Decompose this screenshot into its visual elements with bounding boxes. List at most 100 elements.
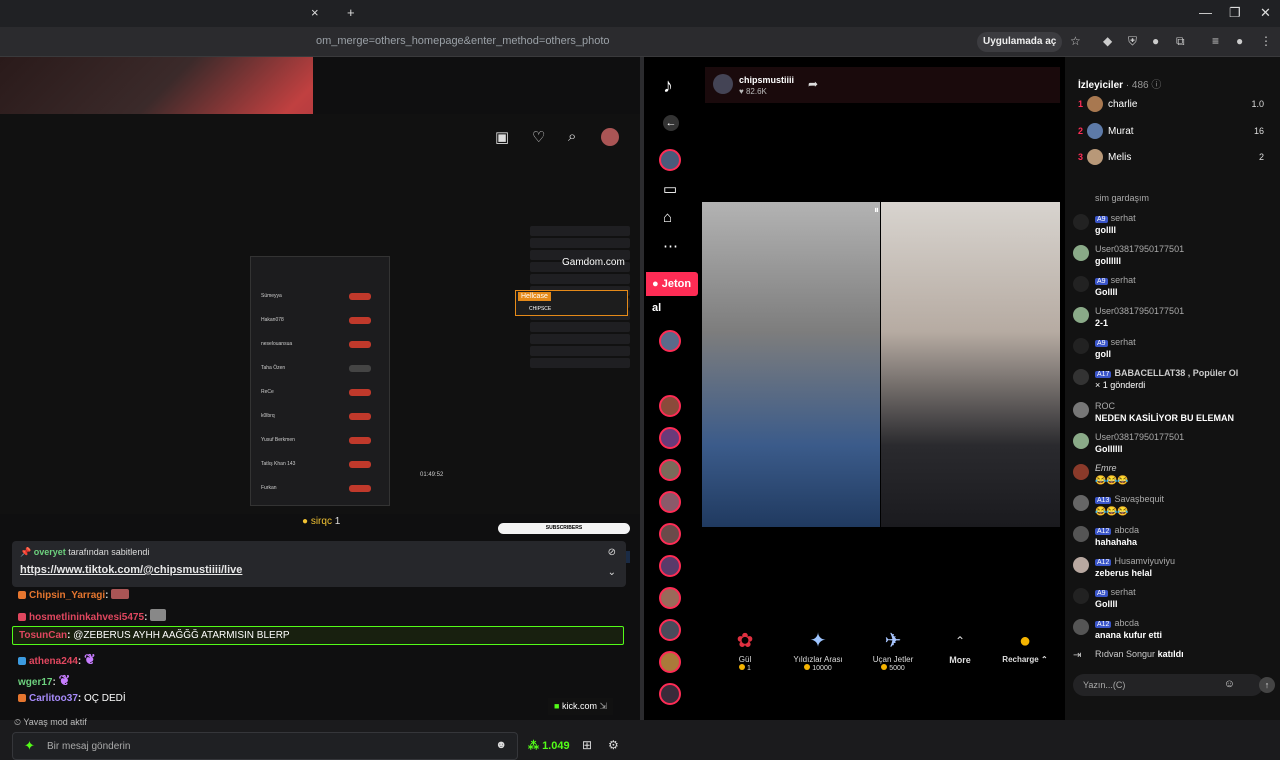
chat-line: Carlitoo37: OÇ DEDİ — [18, 693, 126, 704]
live-avatar[interactable] — [659, 491, 681, 513]
new-tab-button[interactable]: + — [347, 5, 355, 20]
streamer-name[interactable]: chipsmustiiii — [739, 75, 794, 85]
shield-icon[interactable]: ⛨ — [1128, 34, 1137, 49]
viewer-count: ● sirqc 1 — [302, 516, 341, 527]
unpin-icon[interactable]: ⊘ — [608, 547, 616, 558]
pinned-message: 📌 overyet tarafından sabitlendi https://… — [12, 541, 626, 587]
inner-timer: 01:49:52 — [420, 472, 444, 478]
live-avatar[interactable] — [659, 651, 681, 673]
top-viewer-name[interactable]: charlie — [1108, 99, 1137, 110]
gamdom-label: Gamdom.com — [562, 257, 625, 268]
chat-line: wger17: ❦ — [18, 672, 71, 688]
media-icon[interactable]: ≡ — [1212, 34, 1219, 48]
pause-icon[interactable]: ⏸ — [874, 205, 879, 216]
inner-invite-window: Sümeyya Hakan078 neselouansua Taha Özen … — [250, 256, 390, 506]
settings-gear-icon[interactable]: ⚙ — [608, 738, 619, 752]
emoji-icon[interactable]: ☺ — [1224, 678, 1235, 690]
recharge-button[interactable]: ● Recharge ⌃ — [995, 627, 1055, 685]
gift-bar: ✿ Gül 1 ✦ Yıldızlar Arası 10000 ✈ Uçan J… — [705, 627, 1060, 685]
browser-tab-bar: × + — ❐ ✕ — [0, 0, 1280, 27]
gift-jets[interactable]: ✈ Uçan Jetler 5000 — [863, 627, 923, 685]
avatar[interactable] — [1087, 149, 1103, 165]
highlighted-message: TosunCan: @ZEBERUS AYHH AAĞĞĞ ATARMISIN … — [12, 626, 624, 645]
profile-icon[interactable]: ● — [1236, 34, 1243, 48]
likes-count: ♥ 82.6K — [739, 87, 767, 96]
viewers-header: İzleyiciler · 486 ⓘ — [1078, 80, 1162, 91]
more-gifts-button[interactable]: ⌃ More — [930, 627, 990, 685]
chevron-up-icon: ⌃ — [954, 634, 966, 648]
gift-icon[interactable]: ⊞ — [582, 738, 592, 752]
search-icon[interactable]: ⌕ — [568, 128, 576, 145]
pinned-link[interactable]: https://www.tiktok.com/@chipsmustiiii/li… — [20, 564, 242, 576]
maximize-button[interactable]: ❐ — [1229, 5, 1241, 21]
back-icon[interactable]: ← — [663, 115, 679, 131]
send-icon[interactable]: ↑ — [1259, 677, 1275, 693]
tab-close-icon[interactable]: × — [311, 5, 319, 20]
video-right-guest[interactable] — [881, 202, 1060, 527]
live-avatar[interactable] — [659, 459, 681, 481]
chat-line: Chipsin_Yarragi: — [18, 589, 132, 601]
tiktok-panel: ♪ ← ▭ ⌂ ⋯ ● Jeton al chipsmustiiii ♥ 82.… — [644, 57, 1280, 720]
gift-spaceship[interactable]: ✦ Yıldızlar Arası 10000 — [788, 627, 848, 685]
hellcase-banner: Hellcase CHIPSCE — [515, 290, 628, 316]
avatar[interactable] — [659, 149, 681, 171]
top-viewer-name[interactable]: Murat — [1108, 126, 1134, 137]
bookmark-star-icon[interactable]: ☆ — [1070, 34, 1081, 48]
tiktok-live-main: chipsmustiiii ♥ 82.6K ➦ ⏸ ✿ Gül 1 ✦ Yıld… — [699, 57, 1065, 720]
buy-coins-button[interactable]: ● Jeton al — [646, 272, 698, 314]
extension-purple-icon[interactable]: ● — [1152, 34, 1159, 48]
live-avatar[interactable] — [659, 330, 681, 352]
slow-mode-notice: ⏲ Yavaş mod aktif — [14, 717, 87, 727]
live-avatar[interactable] — [659, 683, 681, 705]
channel-points[interactable]: ⁂ 1.049 — [528, 739, 570, 752]
avatar[interactable] — [601, 128, 619, 146]
chat-line: athena244: ❦ — [18, 651, 96, 668]
chevron-down-icon[interactable]: ⌄ — [608, 567, 616, 578]
live-avatar[interactable] — [659, 427, 681, 449]
top-viewer-name[interactable]: Melis — [1108, 152, 1131, 163]
gift-rose[interactable]: ✿ Gül 1 — [715, 627, 775, 685]
coin-icon: ● — [1018, 630, 1032, 652]
video-icon[interactable]: ▭ — [663, 180, 677, 198]
open-in-app-button[interactable]: Uygulamada aç — [977, 32, 1063, 52]
kick-panel: ▣ ♡ ⌕ Sümeyya Hakan078 neselouansua Taha… — [0, 57, 640, 760]
more-dots-icon[interactable]: ⋯ — [663, 237, 678, 255]
heart-icon[interactable]: ♡ — [532, 128, 545, 146]
kick-domain-label: ■ kick.com ⇲ — [548, 698, 614, 715]
streamer-header: chipsmustiiii ♥ 82.6K ➦ — [705, 67, 1060, 103]
share-icon[interactable]: ➦ — [808, 77, 818, 91]
pinned-by: 📌 overyet tarafından sabitlendi — [20, 547, 150, 557]
live-avatar[interactable] — [659, 523, 681, 545]
stream-video[interactable]: ▣ ♡ ⌕ Sümeyya Hakan078 neselouansua Taha… — [0, 114, 640, 563]
chat-line: hosmetlininkahvesi5475: — [18, 609, 169, 623]
jets-icon: ✈ — [884, 630, 902, 652]
tiktok-sidebar: ♪ ← ▭ ⌂ ⋯ ● Jeton al — [644, 57, 699, 720]
emoji-icon[interactable]: ☻ — [495, 739, 507, 751]
message-input[interactable]: ✦ Bir mesaj gönderin ☻ — [12, 732, 518, 760]
spaceship-icon: ✦ — [809, 630, 827, 652]
puzzle-icon[interactable]: ⧉ — [1176, 34, 1185, 49]
explore-icon[interactable]: ⌂ — [663, 209, 672, 226]
video-left-guest[interactable] — [702, 202, 880, 527]
avatar[interactable] — [1087, 96, 1103, 112]
address-bar: om_merge=others_homepage&enter_method=ot… — [0, 27, 1280, 57]
live-avatar[interactable] — [659, 555, 681, 577]
avatar[interactable] — [1087, 123, 1103, 139]
url-text[interactable]: om_merge=others_homepage&enter_method=ot… — [316, 35, 610, 47]
tiktok-chat-input[interactable]: Yazın...(C) ☺ ↑ — [1073, 674, 1275, 696]
streamer-avatar[interactable] — [713, 74, 733, 94]
minimize-button[interactable]: — — [1199, 5, 1212, 20]
inner-chat-preview — [530, 224, 630, 524]
rose-icon: ✿ — [736, 630, 754, 652]
theater-icon[interactable]: ▣ — [495, 128, 509, 146]
live-avatar[interactable] — [659, 395, 681, 417]
viewers-chat-panel: İzleyiciler · 486 ⓘ 1 charlie 1.0 2 Mura… — [1065, 57, 1280, 720]
tiktok-logo-icon[interactable]: ♪ — [663, 75, 673, 98]
live-avatar[interactable] — [659, 587, 681, 609]
sparkle-icon[interactable]: ✦ — [24, 738, 35, 754]
close-window-button[interactable]: ✕ — [1260, 5, 1271, 21]
extension-icon[interactable]: ◆ — [1103, 34, 1112, 48]
menu-icon[interactable]: ⋮ — [1260, 34, 1272, 48]
live-avatar[interactable] — [659, 619, 681, 641]
subscribers-bar: SUBSCRIBERS — [498, 523, 630, 534]
